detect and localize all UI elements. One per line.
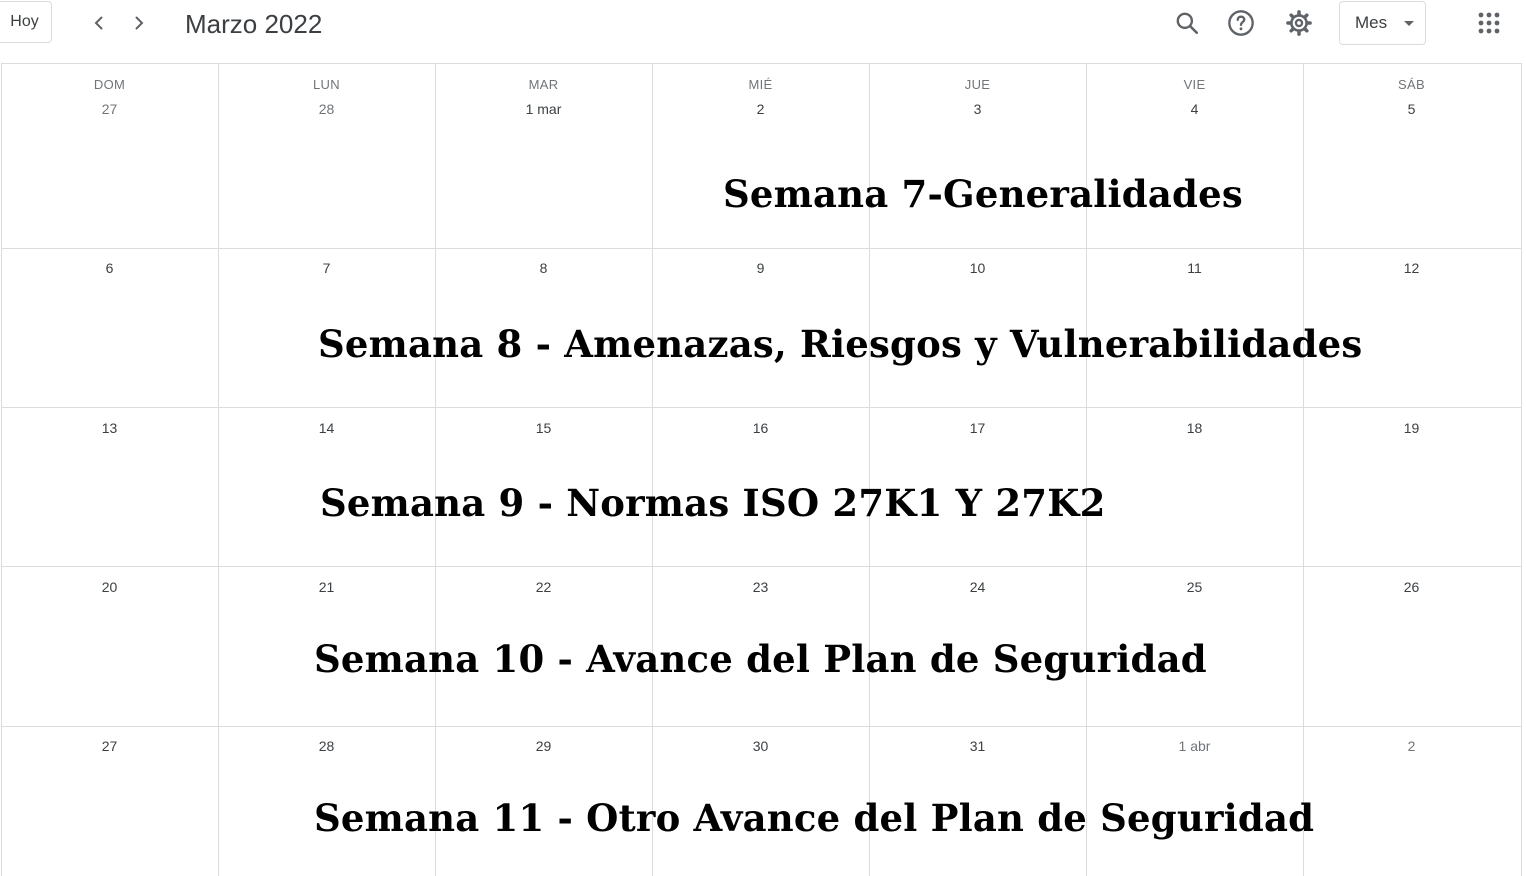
day-number[interactable]: 28 [218, 738, 435, 754]
day-number[interactable]: 6 [1, 260, 218, 276]
day-number[interactable]: 5 [1303, 101, 1520, 117]
day-number[interactable]: 9 [652, 260, 869, 276]
day-number[interactable]: 19 [1303, 420, 1520, 436]
caret-down-icon [1404, 21, 1414, 26]
grid-line [218, 64, 219, 876]
weekday-header: MAR [528, 77, 559, 92]
week-label: Semana 9 - Normas ISO 27K1 Y 27K2 [320, 481, 1106, 525]
day-number[interactable]: 28 [218, 101, 435, 117]
day-number[interactable]: 10 [869, 260, 1086, 276]
week-label: Semana 10 - Avance del Plan de Seguridad [314, 637, 1207, 681]
weekday-header: SÁB [1398, 77, 1425, 92]
week-label: Semana 7-Generalidades [723, 172, 1243, 216]
day-number[interactable]: 21 [218, 579, 435, 595]
view-selector[interactable]: Mes [1339, 1, 1426, 45]
day-number[interactable]: 27 [1, 101, 218, 117]
apps-grid-icon [1478, 12, 1500, 34]
grid-line [1303, 64, 1304, 876]
search-icon [1176, 12, 1199, 35]
next-month-button[interactable] [126, 9, 152, 37]
day-number[interactable]: 23 [652, 579, 869, 595]
day-number[interactable]: 1 mar [435, 101, 652, 117]
view-selector-label: Mes [1355, 13, 1388, 32]
day-number[interactable]: 2 [652, 101, 869, 117]
weekday-header: MIÉ [748, 77, 773, 92]
day-number[interactable]: 16 [652, 420, 869, 436]
day-number[interactable]: 4 [1086, 101, 1303, 117]
month-grid: DOM LUN MAR MIÉ JUE VIE SÁB 27 28 1 mar … [1, 63, 1522, 876]
grid-line [1521, 64, 1522, 876]
day-number[interactable]: 8 [435, 260, 652, 276]
weekday-header: DOM [93, 77, 126, 92]
grid-line [1, 64, 2, 876]
help-icon [1228, 10, 1254, 36]
day-number[interactable]: 20 [1, 579, 218, 595]
settings-button[interactable] [1282, 6, 1316, 40]
today-button[interactable]: Hoy [0, 1, 52, 43]
day-number[interactable]: 22 [435, 579, 652, 595]
day-number[interactable]: 29 [435, 738, 652, 754]
day-number[interactable]: 3 [869, 101, 1086, 117]
week-label: Semana 8 - Amenazas, Riesgos y Vulnerabi… [318, 322, 1363, 366]
day-number[interactable]: 26 [1303, 579, 1520, 595]
help-button[interactable] [1224, 6, 1258, 40]
day-number[interactable]: 1 abr [1086, 738, 1303, 754]
day-number[interactable]: 12 [1303, 260, 1520, 276]
day-number[interactable]: 7 [218, 260, 435, 276]
day-number[interactable]: 17 [869, 420, 1086, 436]
grid-line [435, 64, 436, 876]
gear-icon [1286, 10, 1312, 36]
weekday-header: JUE [964, 77, 991, 92]
search-button[interactable] [1170, 6, 1204, 40]
day-number[interactable]: 18 [1086, 420, 1303, 436]
grid-line [1, 566, 1522, 567]
calendar-header: Hoy Marzo 2022 Mes [0, 0, 1526, 63]
previous-month-button[interactable] [86, 9, 112, 37]
grid-line [1, 248, 1522, 249]
day-number[interactable]: 31 [869, 738, 1086, 754]
weekday-header: VIE [1183, 77, 1206, 92]
grid-line [652, 64, 653, 876]
day-number[interactable]: 14 [218, 420, 435, 436]
day-number[interactable]: 30 [652, 738, 869, 754]
day-number[interactable]: 24 [869, 579, 1086, 595]
grid-line [1, 726, 1522, 727]
day-number[interactable]: 2 [1303, 738, 1520, 754]
day-number[interactable]: 13 [1, 420, 218, 436]
day-number[interactable]: 25 [1086, 579, 1303, 595]
chevron-right-icon [135, 16, 144, 30]
chevron-left-icon [94, 16, 103, 30]
week-label: Semana 11 - Otro Avance del Plan de Segu… [314, 796, 1315, 840]
weekday-header: LUN [313, 77, 340, 92]
apps-button[interactable] [1472, 6, 1506, 40]
day-number[interactable]: 15 [435, 420, 652, 436]
grid-line [1, 407, 1522, 408]
day-number[interactable]: 11 [1086, 260, 1303, 276]
month-title: Marzo 2022 [185, 9, 323, 39]
day-number[interactable]: 27 [1, 738, 218, 754]
